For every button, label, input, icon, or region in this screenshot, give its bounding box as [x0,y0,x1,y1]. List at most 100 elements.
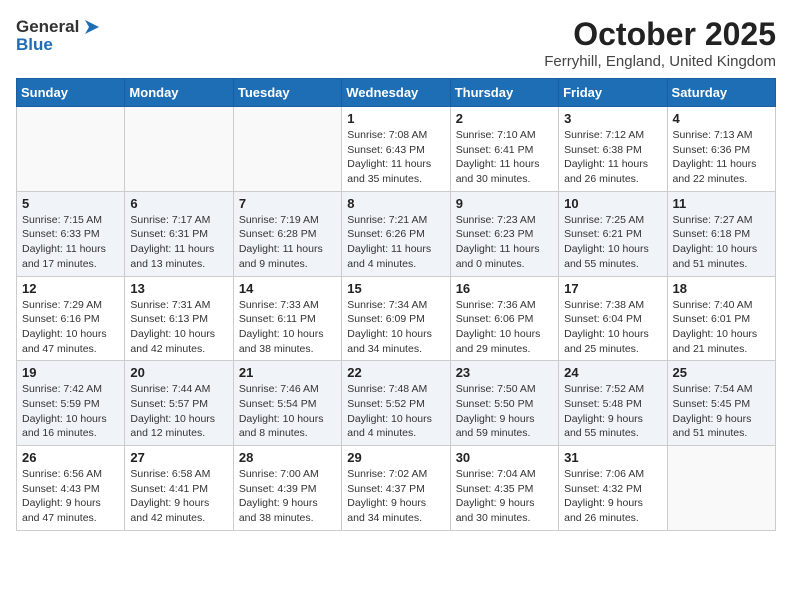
logo-blue: Blue [16,35,103,55]
day-header-tuesday: Tuesday [233,79,341,107]
day-info: Sunrise: 7:42 AMSunset: 5:59 PMDaylight:… [22,382,119,441]
day-info: Sunrise: 7:36 AMSunset: 6:06 PMDaylight:… [456,298,553,357]
day-number: 14 [239,281,336,296]
day-info: Sunrise: 7:08 AMSunset: 6:43 PMDaylight:… [347,128,444,187]
day-info: Sunrise: 7:23 AMSunset: 6:23 PMDaylight:… [456,213,553,272]
day-header-wednesday: Wednesday [342,79,450,107]
calendar-cell: 19 Sunrise: 7:42 AMSunset: 5:59 PMDayligh… [17,361,125,446]
page-header: General Blue October 2025 Ferryhill, Eng… [16,16,776,70]
day-number: 25 [673,365,770,380]
calendar-cell: 1 Sunrise: 7:08 AMSunset: 6:43 PMDaylight… [342,107,450,192]
calendar-cell: 11Sunrise: 7:27 AMSunset: 6:18 PMDayligh… [667,191,775,276]
calendar-cell: 5 Sunrise: 7:15 AMSunset: 6:33 PMDaylight… [17,191,125,276]
day-number: 22 [347,365,444,380]
day-number: 6 [130,196,227,211]
calendar-cell: 14 Sunrise: 7:33 AMSunset: 6:11 PMDayligh… [233,276,341,361]
day-number: 26 [22,450,119,465]
calendar-cell: 16 Sunrise: 7:36 AMSunset: 6:06 PMDayligh… [450,276,558,361]
day-number: 24 [564,365,661,380]
day-number: 30 [456,450,553,465]
calendar-cell: 18 Sunrise: 7:40 AMSunset: 6:01 PMDayligh… [667,276,775,361]
day-info: Sunrise: 7:17 AMSunset: 6:31 PMDaylight:… [130,213,227,272]
day-number: 20 [130,365,227,380]
calendar-cell: 29Sunrise: 7:02 AMSunset: 4:37 PMDayligh… [342,446,450,531]
logo: General Blue [16,16,103,55]
day-info: Sunrise: 7:21 AMSunset: 6:26 PMDaylight:… [347,213,444,272]
calendar-cell: 22 Sunrise: 7:48 AMSunset: 5:52 PMDayligh… [342,361,450,446]
day-number: 1 [347,111,444,126]
day-number: 2 [456,111,553,126]
day-info: Sunrise: 7:02 AMSunset: 4:37 PMDaylight:… [347,467,444,526]
day-info: Sunrise: 7:00 AMSunset: 4:39 PMDaylight:… [239,467,336,526]
calendar-cell: 9 Sunrise: 7:23 AMSunset: 6:23 PMDaylight… [450,191,558,276]
day-number: 4 [673,111,770,126]
day-number: 15 [347,281,444,296]
calendar-cell: 15 Sunrise: 7:34 AMSunset: 6:09 PMDayligh… [342,276,450,361]
day-number: 5 [22,196,119,211]
calendar-cell: 31Sunrise: 7:06 AMSunset: 4:32 PMDayligh… [559,446,667,531]
day-number: 18 [673,281,770,296]
calendar-cell: 24 Sunrise: 7:52 AMSunset: 5:48 PMDayligh… [559,361,667,446]
day-info: Sunrise: 7:40 AMSunset: 6:01 PMDaylight:… [673,298,770,357]
day-header-saturday: Saturday [667,79,775,107]
month-title: October 2025 [544,16,776,53]
calendar-cell: 7Sunrise: 7:19 AMSunset: 6:28 PMDaylight… [233,191,341,276]
day-number: 13 [130,281,227,296]
calendar-cell: 17 Sunrise: 7:38 AMSunset: 6:04 PMDayligh… [559,276,667,361]
day-header-friday: Friday [559,79,667,107]
day-info: Sunrise: 7:27 AMSunset: 6:18 PMDaylight:… [673,213,770,272]
day-info: Sunrise: 7:31 AMSunset: 6:13 PMDaylight:… [130,298,227,357]
day-info: Sunrise: 7:48 AMSunset: 5:52 PMDaylight:… [347,382,444,441]
day-info: Sunrise: 7:29 AMSunset: 6:16 PMDaylight:… [22,298,119,357]
day-info: Sunrise: 7:15 AMSunset: 6:33 PMDaylight:… [22,213,119,272]
day-info: Sunrise: 7:38 AMSunset: 6:04 PMDaylight:… [564,298,661,357]
calendar-cell: 4 Sunrise: 7:13 AMSunset: 6:36 PMDaylight… [667,107,775,192]
day-info: Sunrise: 7:34 AMSunset: 6:09 PMDaylight:… [347,298,444,357]
day-number: 16 [456,281,553,296]
calendar-cell: 25 Sunrise: 7:54 AMSunset: 5:45 PMDayligh… [667,361,775,446]
calendar-cell [125,107,233,192]
calendar-cell: 8Sunrise: 7:21 AMSunset: 6:26 PMDaylight… [342,191,450,276]
day-info: Sunrise: 7:10 AMSunset: 6:41 PMDaylight:… [456,128,553,187]
day-number: 31 [564,450,661,465]
location: Ferryhill, England, United Kingdom [544,53,776,70]
calendar-cell: 23 Sunrise: 7:50 AMSunset: 5:50 PMDayligh… [450,361,558,446]
day-number: 19 [22,365,119,380]
day-info: Sunrise: 7:25 AMSunset: 6:21 PMDaylight:… [564,213,661,272]
calendar-header-row: SundayMondayTuesdayWednesdayThursdayFrid… [17,79,776,107]
day-info: Sunrise: 7:54 AMSunset: 5:45 PMDaylight:… [673,382,770,441]
day-number: 21 [239,365,336,380]
day-number: 27 [130,450,227,465]
day-info: Sunrise: 7:33 AMSunset: 6:11 PMDaylight:… [239,298,336,357]
day-number: 17 [564,281,661,296]
calendar-cell [233,107,341,192]
calendar-cell: 6 Sunrise: 7:17 AMSunset: 6:31 PMDaylight… [125,191,233,276]
title-block: October 2025 Ferryhill, England, United … [544,16,776,70]
week-row-1: 1 Sunrise: 7:08 AMSunset: 6:43 PMDaylight… [17,107,776,192]
day-info: Sunrise: 7:13 AMSunset: 6:36 PMDaylight:… [673,128,770,187]
day-info: Sunrise: 6:58 AMSunset: 4:41 PMDaylight:… [130,467,227,526]
logo-general: General [16,17,79,37]
calendar-table: SundayMondayTuesdayWednesdayThursdayFrid… [16,78,776,531]
day-number: 10 [564,196,661,211]
calendar-cell: 12Sunrise: 7:29 AMSunset: 6:16 PMDayligh… [17,276,125,361]
day-info: Sunrise: 7:46 AMSunset: 5:54 PMDaylight:… [239,382,336,441]
calendar-cell: 13 Sunrise: 7:31 AMSunset: 6:13 PMDayligh… [125,276,233,361]
day-number: 28 [239,450,336,465]
day-info: Sunrise: 7:19 AMSunset: 6:28 PMDaylight:… [239,213,336,272]
logo-text: General Blue [16,16,103,55]
week-row-3: 12Sunrise: 7:29 AMSunset: 6:16 PMDayligh… [17,276,776,361]
day-number: 9 [456,196,553,211]
calendar-cell [17,107,125,192]
calendar-cell: 10 Sunrise: 7:25 AMSunset: 6:21 PMDayligh… [559,191,667,276]
day-info: Sunrise: 6:56 AMSunset: 4:43 PMDaylight:… [22,467,119,526]
calendar-cell: 2 Sunrise: 7:10 AMSunset: 6:41 PMDaylight… [450,107,558,192]
day-number: 23 [456,365,553,380]
calendar-cell: 30Sunrise: 7:04 AMSunset: 4:35 PMDayligh… [450,446,558,531]
day-info: Sunrise: 7:44 AMSunset: 5:57 PMDaylight:… [130,382,227,441]
week-row-5: 26 Sunrise: 6:56 AMSunset: 4:43 PMDayligh… [17,446,776,531]
calendar-cell: 28 Sunrise: 7:00 AMSunset: 4:39 PMDayligh… [233,446,341,531]
day-info: Sunrise: 7:52 AMSunset: 5:48 PMDaylight:… [564,382,661,441]
day-info: Sunrise: 7:50 AMSunset: 5:50 PMDaylight:… [456,382,553,441]
calendar-cell: 3Sunrise: 7:12 AMSunset: 6:38 PMDaylight… [559,107,667,192]
